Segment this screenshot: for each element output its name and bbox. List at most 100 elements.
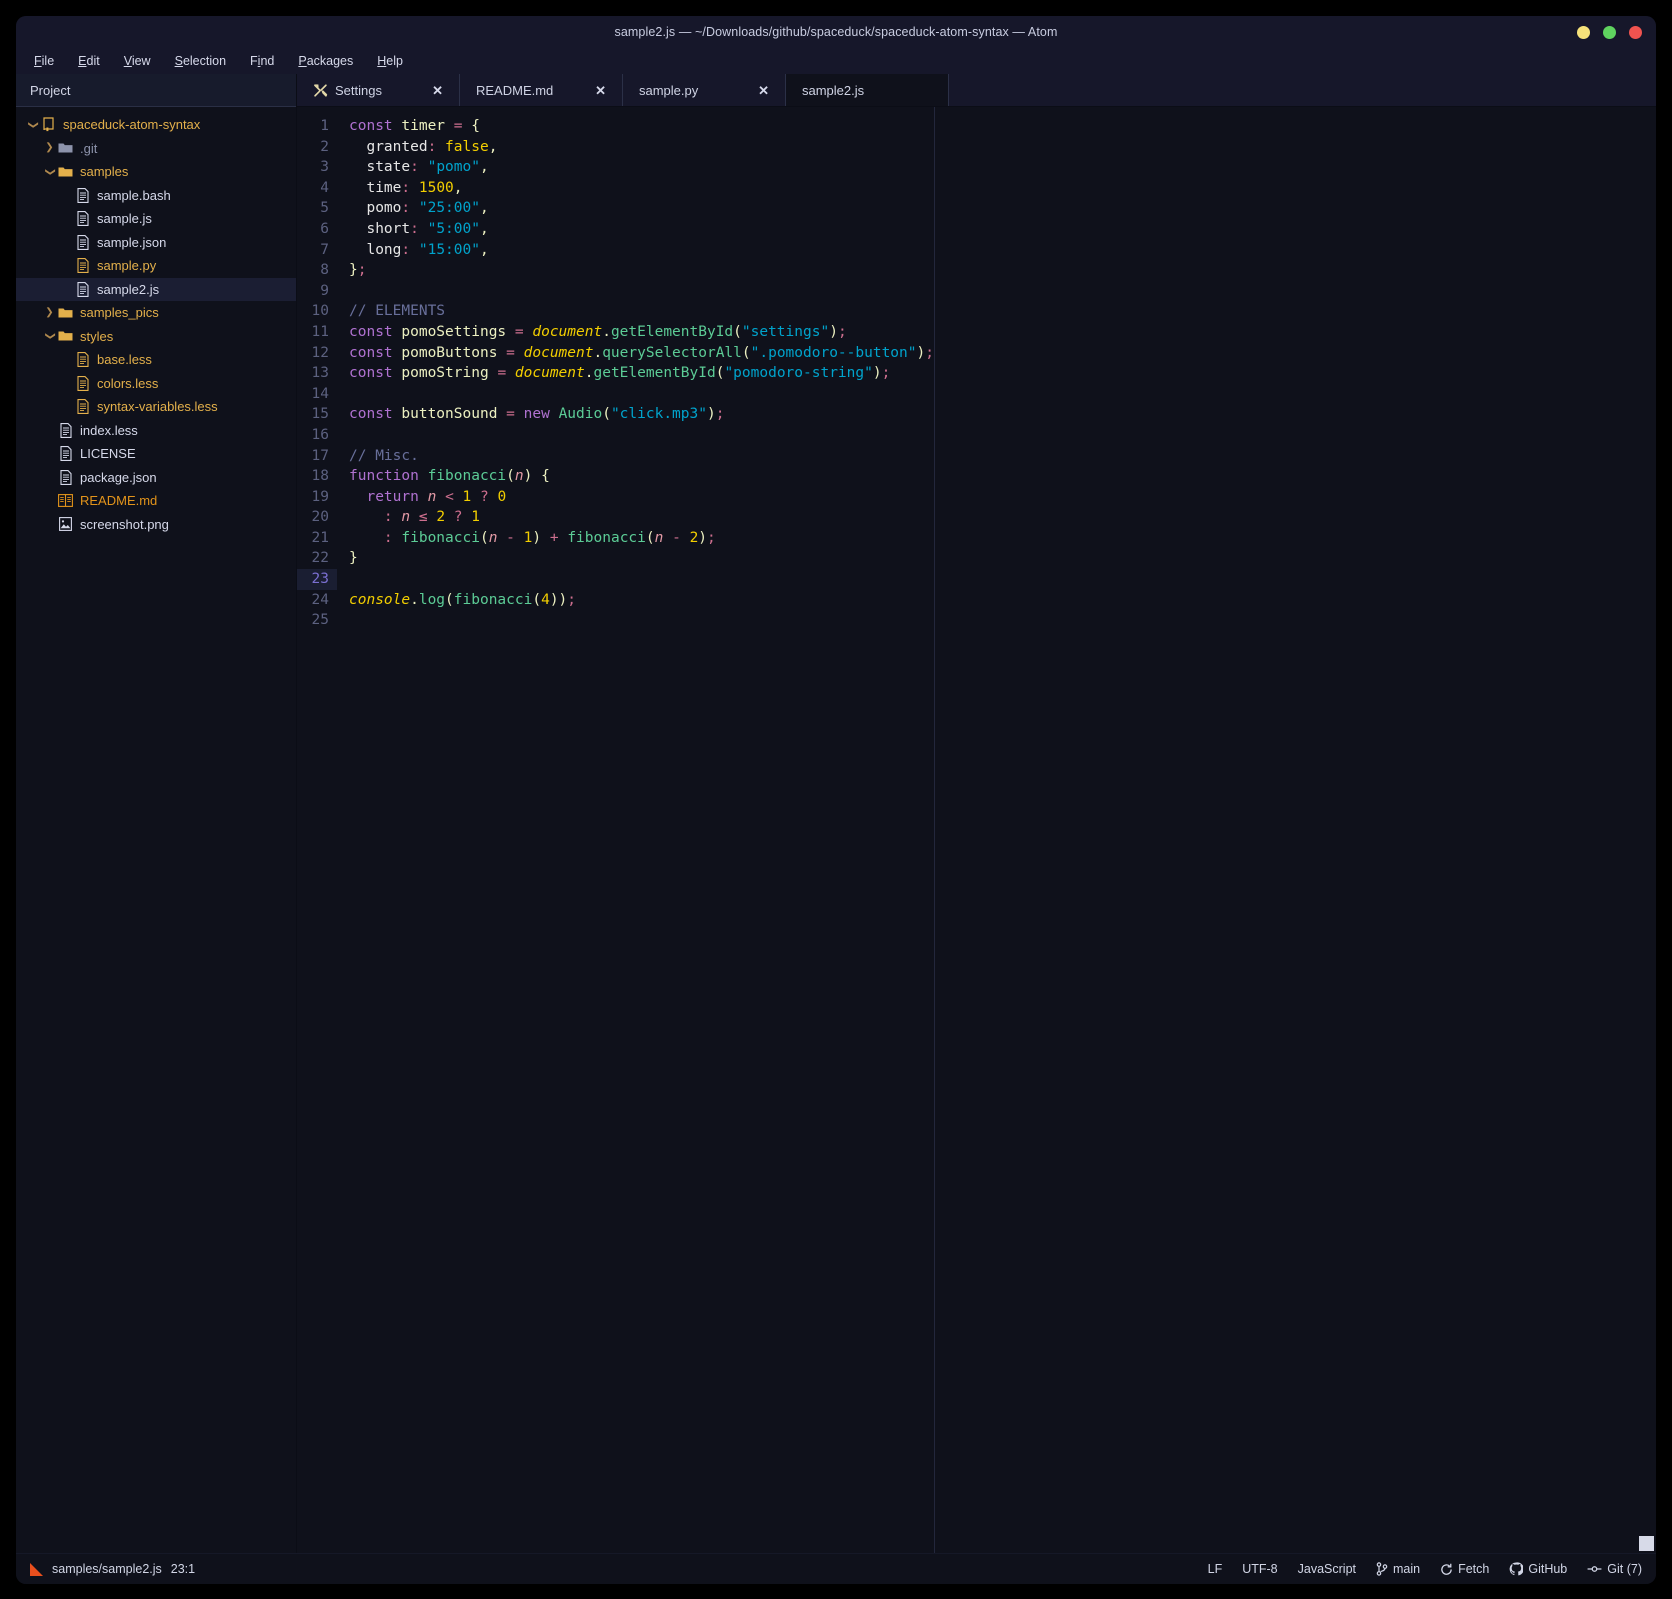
status-lf[interactable]: LF xyxy=(1208,1562,1223,1576)
close-icon[interactable]: ✕ xyxy=(432,84,443,97)
code-line[interactable]: long: "15:00", xyxy=(349,240,934,261)
status-utf-8[interactable]: UTF-8 xyxy=(1242,1562,1277,1576)
code-line[interactable] xyxy=(349,569,934,590)
code-line[interactable]: // Misc. xyxy=(349,446,934,467)
code-line[interactable]: const pomoString = document.getElementBy… xyxy=(349,363,934,384)
chevron-right-icon[interactable]: ❯ xyxy=(43,143,56,153)
code-editor[interactable]: 1 2 3 4 5 6 7 8 9 10 11 12 13 14 15 16 17 18 19 20 21 22 23 24 2… xyxy=(297,107,934,1553)
status-git-7-[interactable]: Git (7) xyxy=(1587,1562,1642,1576)
code-line[interactable] xyxy=(349,384,934,405)
image-icon xyxy=(56,517,75,532)
menu-label-selection: election xyxy=(182,54,227,68)
code-line[interactable]: const buttonSound = new Audio("click.mp3… xyxy=(349,404,934,425)
tree-item-samples[interactable]: ❯ samples xyxy=(16,160,296,184)
code-line[interactable]: time: 1500, xyxy=(349,178,934,199)
tree-item-label: sample.js xyxy=(97,211,152,227)
chevron-right-icon[interactable]: ❯ xyxy=(43,307,56,318)
code-line[interactable]: granted: false, xyxy=(349,137,934,158)
chevron-down-icon[interactable]: ❯ xyxy=(45,165,56,178)
tree-item-screenshot-png[interactable]: ❯ screenshot.png xyxy=(16,513,296,537)
file-icon xyxy=(56,469,75,485)
tree-item-styles[interactable]: ❯ styles xyxy=(16,325,296,349)
tab-readme-md[interactable]: README.md ✕ xyxy=(460,74,623,106)
line-number: 24 xyxy=(311,591,329,608)
chevron-down-icon[interactable]: ❯ xyxy=(28,118,39,131)
tree-item-sample2-js[interactable]: ❯ sample2.js xyxy=(16,277,296,301)
tree-item--git[interactable]: ❯ .git xyxy=(16,137,296,161)
scrollbar-corner[interactable] xyxy=(1639,1536,1654,1551)
close-icon[interactable]: ✕ xyxy=(921,84,932,97)
menu-item-view[interactable]: View xyxy=(120,52,155,70)
code-line[interactable]: }; xyxy=(349,260,934,281)
tree-item-sample-json[interactable]: ❯ sample.json xyxy=(16,231,296,255)
status-item-label: JavaScript xyxy=(1297,1562,1356,1576)
code-line[interactable]: // ELEMENTS xyxy=(349,301,934,322)
tree-item-syntax-variables-less[interactable]: ❯ syntax-variables.less xyxy=(16,395,296,419)
menu-label-file: ile xyxy=(41,54,55,68)
tab-sample-py[interactable]: sample.py ✕ xyxy=(623,74,786,106)
code-line[interactable] xyxy=(349,610,934,631)
tree-item-sample-bash[interactable]: ❯ sample.bash xyxy=(16,184,296,208)
tree-item-colors-less[interactable]: ❯ colors.less xyxy=(16,372,296,396)
tree-item-base-less[interactable]: ❯ base.less xyxy=(16,348,296,372)
status-cursor-position[interactable]: 23:1 xyxy=(171,1562,195,1576)
status-github[interactable]: GitHub xyxy=(1509,1562,1567,1576)
code-line[interactable]: short: "5:00", xyxy=(349,219,934,240)
code-line[interactable]: console.log(fibonacci(4)); xyxy=(349,590,934,611)
code-line[interactable] xyxy=(349,425,934,446)
code-area[interactable]: 1 2 3 4 5 6 7 8 9 10 11 12 13 14 15 16 17 18 19 20 21 22 23 24 2… xyxy=(297,107,1656,1553)
tree-item-index-less[interactable]: ❯ index.less xyxy=(16,419,296,443)
tree-item-spaceduck-atom-syntax[interactable]: ❯ spaceduck-atom-syntax xyxy=(16,113,296,137)
menu-label-view: iew xyxy=(131,54,151,68)
atom-file-icon xyxy=(30,1562,43,1576)
tree-item-label: index.less xyxy=(80,422,138,438)
twisty-spacer: ❯ xyxy=(60,237,73,247)
tree-item-license[interactable]: ❯ LICENSE xyxy=(16,442,296,466)
menu-item-edit[interactable]: Edit xyxy=(74,52,104,70)
tree-item-label: colors.less xyxy=(97,375,159,391)
code-line[interactable]: : n ≤ 2 ? 1 xyxy=(349,507,934,528)
code-line[interactable]: const pomoSettings = document.getElement… xyxy=(349,322,934,343)
close-icon[interactable]: ✕ xyxy=(758,84,769,97)
github-icon xyxy=(1509,1562,1524,1576)
status-main[interactable]: main xyxy=(1376,1562,1420,1576)
code-line[interactable]: } xyxy=(349,548,934,569)
menu-item-file[interactable]: File xyxy=(30,52,58,70)
code-line[interactable] xyxy=(349,281,934,302)
tree-item-sample-js[interactable]: ❯ sample.js xyxy=(16,207,296,231)
status-bar: samples/sample2.js 23:1 LF UTF-8 JavaScrip… xyxy=(16,1553,1656,1584)
tree-item-package-json[interactable]: ❯ package.json xyxy=(16,466,296,490)
code-line[interactable]: const timer = { xyxy=(349,116,934,137)
menu-item-find[interactable]: Find xyxy=(246,52,278,70)
code-line[interactable]: return n < 1 ? 0 xyxy=(349,487,934,508)
code-line[interactable]: function fibonacci(n) { xyxy=(349,466,934,487)
window-controls xyxy=(1577,16,1642,48)
tab-sample2-js[interactable]: sample2.js ✕ xyxy=(786,74,949,106)
status-javascript[interactable]: JavaScript xyxy=(1298,1562,1356,1576)
chevron-down-icon[interactable]: ❯ xyxy=(45,330,56,343)
maximize-button[interactable] xyxy=(1603,25,1616,39)
code-line[interactable]: pomo: "25:00", xyxy=(349,198,934,219)
line-number: 18 xyxy=(311,468,329,485)
code-content[interactable]: const timer = { granted: false, state: "… xyxy=(337,107,934,1553)
status-file-path[interactable]: samples/sample2.js xyxy=(52,1562,162,1576)
tree-item-sample-py[interactable]: ❯ sample.py xyxy=(16,254,296,278)
status-fetch[interactable]: Fetch xyxy=(1440,1562,1489,1576)
code-line[interactable]: const pomoButtons = document.querySelect… xyxy=(349,343,934,364)
close-icon[interactable]: ✕ xyxy=(595,84,606,97)
file-icon xyxy=(73,234,92,250)
tree-item-readme-md[interactable]: ❯ README.md xyxy=(16,489,296,513)
menu-item-packages[interactable]: Packages xyxy=(294,52,357,70)
minimize-button[interactable] xyxy=(1577,25,1590,39)
file-icon xyxy=(73,211,92,227)
close-button[interactable] xyxy=(1629,25,1642,39)
menu-item-help[interactable]: Help xyxy=(373,52,407,70)
tab-settings[interactable]: Settings ✕ xyxy=(297,74,460,106)
menu-item-selection[interactable]: Selection xyxy=(171,52,230,70)
code-line[interactable]: : fibonacci(n - 1) + fibonacci(n - 2); xyxy=(349,528,934,549)
twisty-spacer: ❯ xyxy=(60,190,73,200)
file-tree[interactable]: ❯ spaceduck-atom-syntax ❯ .git ❯ samples ❯ samp… xyxy=(16,107,296,1553)
tree-item-samples-pics[interactable]: ❯ samples_pics xyxy=(16,301,296,325)
line-number: 2 xyxy=(320,138,329,155)
code-line[interactable]: state: "pomo", xyxy=(349,157,934,178)
